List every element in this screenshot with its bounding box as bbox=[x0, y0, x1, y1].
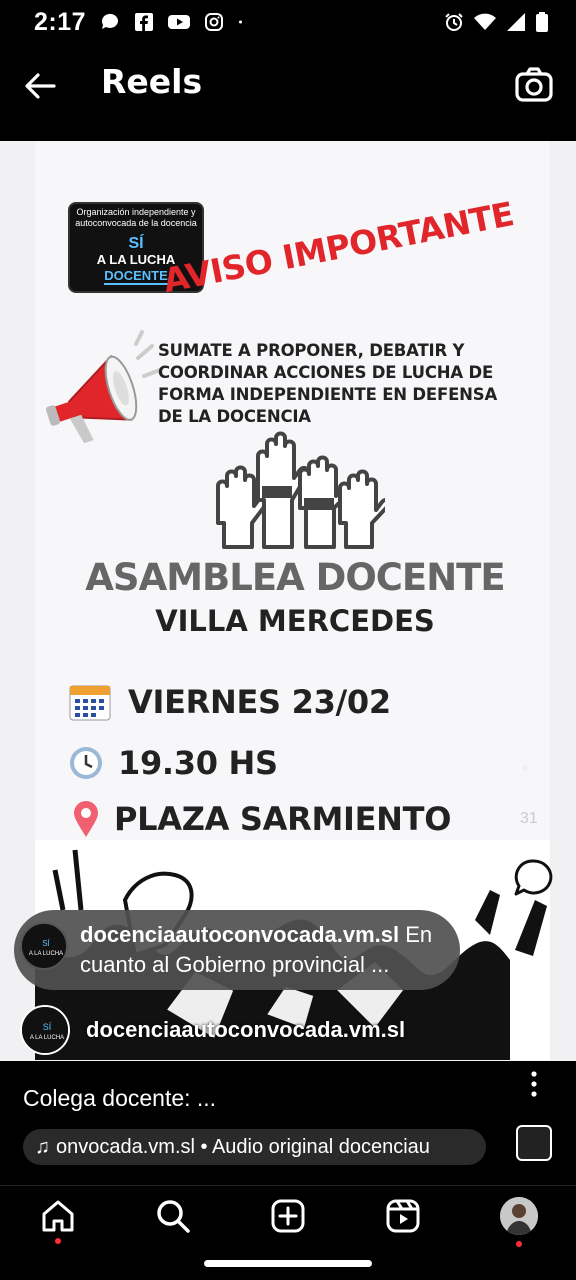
clock-icon bbox=[70, 747, 102, 779]
reel-caption[interactable]: Colega docente: ... bbox=[23, 1085, 216, 1112]
logo-line-2: autoconvocada de la docencia bbox=[75, 218, 197, 228]
logo-si: SÍ bbox=[128, 235, 144, 252]
instagram-icon bbox=[205, 13, 224, 31]
caption-text: docenciaautoconvocada.vm.sl En cuanto al… bbox=[80, 920, 432, 980]
logo-line-1: Organización independiente y bbox=[76, 207, 196, 217]
reels-screen: 2:17 Reels Organización independiente y … bbox=[0, 0, 576, 1280]
author-username[interactable]: docenciaautoconvocada.vm.sl bbox=[86, 1017, 405, 1043]
side-count: 31 bbox=[520, 810, 538, 827]
calendar-icon bbox=[69, 685, 111, 721]
call-to-action-text: SUMATE A PROPONER, DEBATIR Y COORDINAR A… bbox=[158, 341, 498, 426]
reel-author-row[interactable]: SÍ A LA LUCHA docenciaautoconvocada.vm.sl bbox=[20, 1002, 540, 1058]
reels-icon[interactable] bbox=[385, 1198, 421, 1234]
create-icon[interactable] bbox=[270, 1198, 306, 1234]
more-vertical-icon[interactable] bbox=[527, 1069, 541, 1099]
reel-footer: Colega docente: ... ♫ onvocada.vm.sl • A… bbox=[0, 1061, 576, 1185]
audio-text: onvocada.vm.sl • Audio original docencia… bbox=[56, 1135, 430, 1158]
dot-icon bbox=[239, 20, 243, 24]
caption-bubble[interactable]: docenciaautoconvocada.vm.sl En cuanto al… bbox=[14, 910, 460, 990]
svg-text:SÍ: SÍ bbox=[43, 1022, 52, 1032]
svg-text:A LA LUCHA: A LA LUCHA bbox=[29, 951, 63, 957]
audio-thumbnail[interactable] bbox=[516, 1125, 552, 1161]
chat-icon bbox=[102, 13, 119, 29]
search-icon[interactable] bbox=[155, 1198, 191, 1234]
back-arrow-icon[interactable] bbox=[20, 66, 60, 106]
svg-text:A LA LUCHA: A LA LUCHA bbox=[30, 1035, 64, 1041]
camera-icon[interactable] bbox=[512, 63, 556, 107]
asamblea-heading: ASAMBLEA DOCENTE bbox=[85, 556, 505, 599]
reels-header: Reels bbox=[0, 44, 576, 140]
status-time: 2:17 bbox=[34, 7, 87, 36]
profile-avatar[interactable] bbox=[500, 1197, 538, 1235]
event-time: 19.30 HS bbox=[118, 744, 278, 782]
home-icon[interactable] bbox=[40, 1198, 76, 1234]
event-date-row: VIERNES 23/02 bbox=[68, 680, 391, 724]
caption-line-1: En bbox=[399, 922, 433, 947]
svg-text:SÍ: SÍ bbox=[42, 939, 50, 948]
comment-icon[interactable] bbox=[512, 857, 554, 899]
youtube-icon bbox=[168, 15, 191, 29]
villa-subheading: VILLA MERCEDES bbox=[155, 604, 435, 638]
author-avatar[interactable]: SÍ A LA LUCHA bbox=[20, 1005, 70, 1055]
event-time-row: 19.30 HS bbox=[68, 744, 278, 782]
raised-hands-icon bbox=[216, 431, 385, 549]
status-bar: 2:17 bbox=[0, 0, 576, 44]
event-place-row: PLAZA SARMIENTO bbox=[72, 800, 451, 838]
audio-pill[interactable]: ♫ onvocada.vm.sl • Audio original docenc… bbox=[23, 1129, 486, 1165]
event-date: VIERNES 23/02 bbox=[128, 683, 391, 721]
caption-line-2: cuanto al Gobierno provincial ... bbox=[80, 952, 390, 977]
location-pin-icon bbox=[74, 801, 98, 837]
music-note-icon: ♫ bbox=[35, 1135, 50, 1158]
wifi-icon bbox=[474, 13, 496, 30]
signal-icon bbox=[507, 13, 525, 31]
profile-notification-dot bbox=[516, 1241, 522, 1247]
event-place: PLAZA SARMIENTO bbox=[114, 800, 452, 838]
home-indicator bbox=[204, 1260, 372, 1267]
side-indicator: ◦ bbox=[522, 760, 528, 777]
caption-username: docenciaautoconvocada.vm.sl bbox=[80, 922, 400, 947]
megaphone-icon bbox=[45, 330, 160, 444]
facebook-icon bbox=[135, 13, 154, 31]
logo-docente: DOCENTE bbox=[104, 268, 168, 285]
battery-icon bbox=[536, 12, 548, 32]
alarm-icon bbox=[445, 13, 463, 31]
page-title: Reels bbox=[101, 62, 203, 101]
home-notification-dot bbox=[55, 1238, 61, 1244]
caption-avatar[interactable]: SÍ A LA LUCHA bbox=[20, 922, 68, 970]
